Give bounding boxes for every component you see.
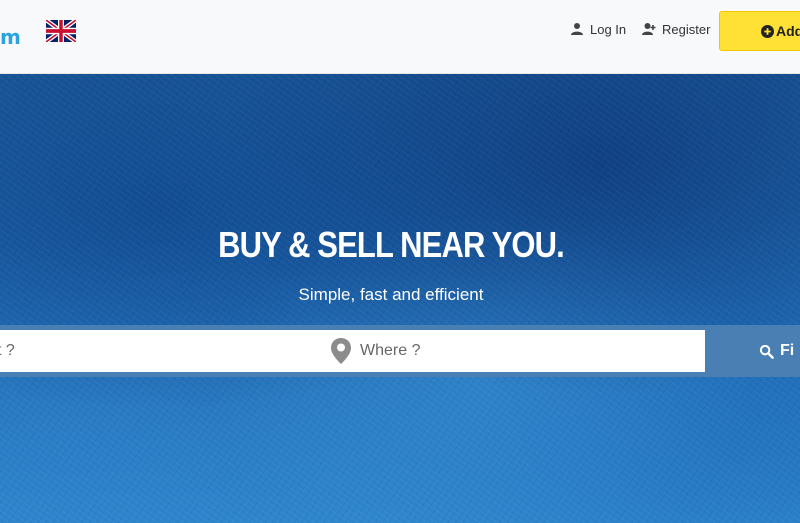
search-icon bbox=[759, 344, 774, 359]
register-label: Register bbox=[662, 21, 711, 37]
login-link[interactable]: Log In bbox=[570, 19, 626, 39]
uk-flag-icon[interactable] bbox=[46, 20, 76, 42]
hero-banner: BUY & SELL NEAR YOU. Simple, fast and ef… bbox=[0, 74, 800, 523]
site-header: m Log In Register Add bbox=[0, 0, 800, 74]
map-pin-icon bbox=[330, 337, 352, 365]
what-search-input[interactable]: t ? bbox=[0, 330, 321, 372]
login-label: Log In bbox=[590, 21, 627, 37]
where-search-input[interactable]: Where ? bbox=[321, 330, 705, 372]
user-plus-icon bbox=[642, 22, 656, 36]
search-bar: t ? Where ? Fi bbox=[0, 325, 800, 377]
register-link[interactable]: Register bbox=[642, 19, 710, 39]
hero-headline: BUY & SELL NEAR YOU. bbox=[218, 224, 565, 265]
find-button[interactable]: Fi bbox=[705, 325, 800, 377]
plus-circle-icon bbox=[761, 25, 774, 38]
user-icon bbox=[570, 22, 584, 36]
add-listing-label: Add bbox=[776, 23, 800, 39]
add-listing-button[interactable]: Add bbox=[719, 11, 800, 51]
site-logo[interactable]: m bbox=[0, 27, 21, 47]
what-placeholder: t ? bbox=[0, 342, 15, 359]
hero-subline: Simple, fast and efficient bbox=[298, 285, 484, 304]
find-label: Fi bbox=[780, 342, 795, 359]
where-placeholder: Where ? bbox=[360, 342, 421, 359]
